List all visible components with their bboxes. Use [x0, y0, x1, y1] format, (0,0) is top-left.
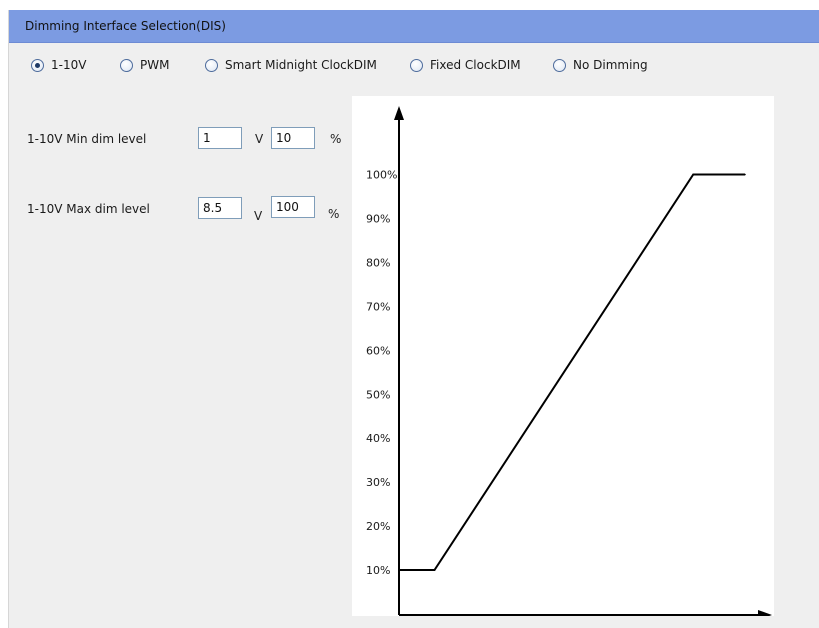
radio-unchecked-icon [553, 58, 566, 72]
y-tick-label: 60% [366, 344, 390, 357]
y-tick-label: 10% [366, 564, 390, 577]
radio-smart-midnight-clockdim[interactable]: Smart Midnight ClockDIM [205, 56, 377, 74]
min-percent-input[interactable] [271, 127, 315, 149]
y-tick-label: 50% [366, 388, 390, 401]
min-volt-input[interactable] [198, 127, 242, 149]
y-axis-arrow-icon [394, 106, 404, 120]
chart-svg: 10%20%30%40%50%60%70%80%90%100%012345678… [366, 106, 772, 616]
radio-pwm[interactable]: PWM [120, 56, 169, 74]
dimming-curve-chart: 10%20%30%40%50%60%70%80%90%100%012345678… [352, 96, 774, 616]
max-percent-unit: % [328, 207, 340, 221]
radio-1-10v[interactable]: 1-10V [31, 56, 86, 74]
y-tick-label: 90% [366, 212, 390, 225]
dimming-curve-point [744, 173, 746, 176]
panel-header: Dimming Interface Selection(DIS) [9, 10, 819, 43]
radio-unchecked-icon [205, 58, 218, 72]
radio-label: No Dimming [573, 58, 648, 72]
max-volt-input[interactable] [198, 197, 242, 219]
radio-label: 1-10V [51, 58, 87, 72]
y-tick-label: 80% [366, 256, 390, 269]
radio-label: Smart Midnight ClockDIM [225, 58, 377, 72]
y-tick-label: 70% [366, 300, 390, 313]
radio-checked-icon [31, 58, 44, 72]
y-tick-label: 20% [366, 520, 390, 533]
dimming-curve-point [692, 173, 695, 176]
min-percent-unit: % [330, 132, 342, 146]
y-tick-label: 40% [366, 432, 390, 445]
max-volt-unit: V [254, 209, 263, 223]
min-volt-unit: V [255, 132, 264, 146]
radio-unchecked-icon [410, 58, 423, 72]
radio-label: Fixed ClockDIM [430, 58, 521, 72]
dimming-curve-line [400, 173, 745, 572]
radio-unchecked-icon [120, 58, 133, 72]
x-axis-arrow-icon [758, 610, 772, 616]
max-dim-label: 1-10V Max dim level [27, 202, 150, 216]
y-tick-label: 30% [366, 476, 390, 489]
dimming-curve-point [399, 569, 401, 571]
panel-title: Dimming Interface Selection(DIS) [25, 19, 226, 33]
dimming-curve-point [433, 569, 436, 571]
radio-no-dimming[interactable]: No Dimming [553, 56, 648, 74]
min-dim-label: 1-10V Min dim level [27, 132, 147, 146]
radio-fixed-clockdim[interactable]: Fixed ClockDIM [410, 56, 521, 74]
max-percent-input[interactable] [271, 196, 315, 218]
y-tick-label: 100% [366, 169, 397, 182]
radio-label: PWM [140, 58, 170, 72]
